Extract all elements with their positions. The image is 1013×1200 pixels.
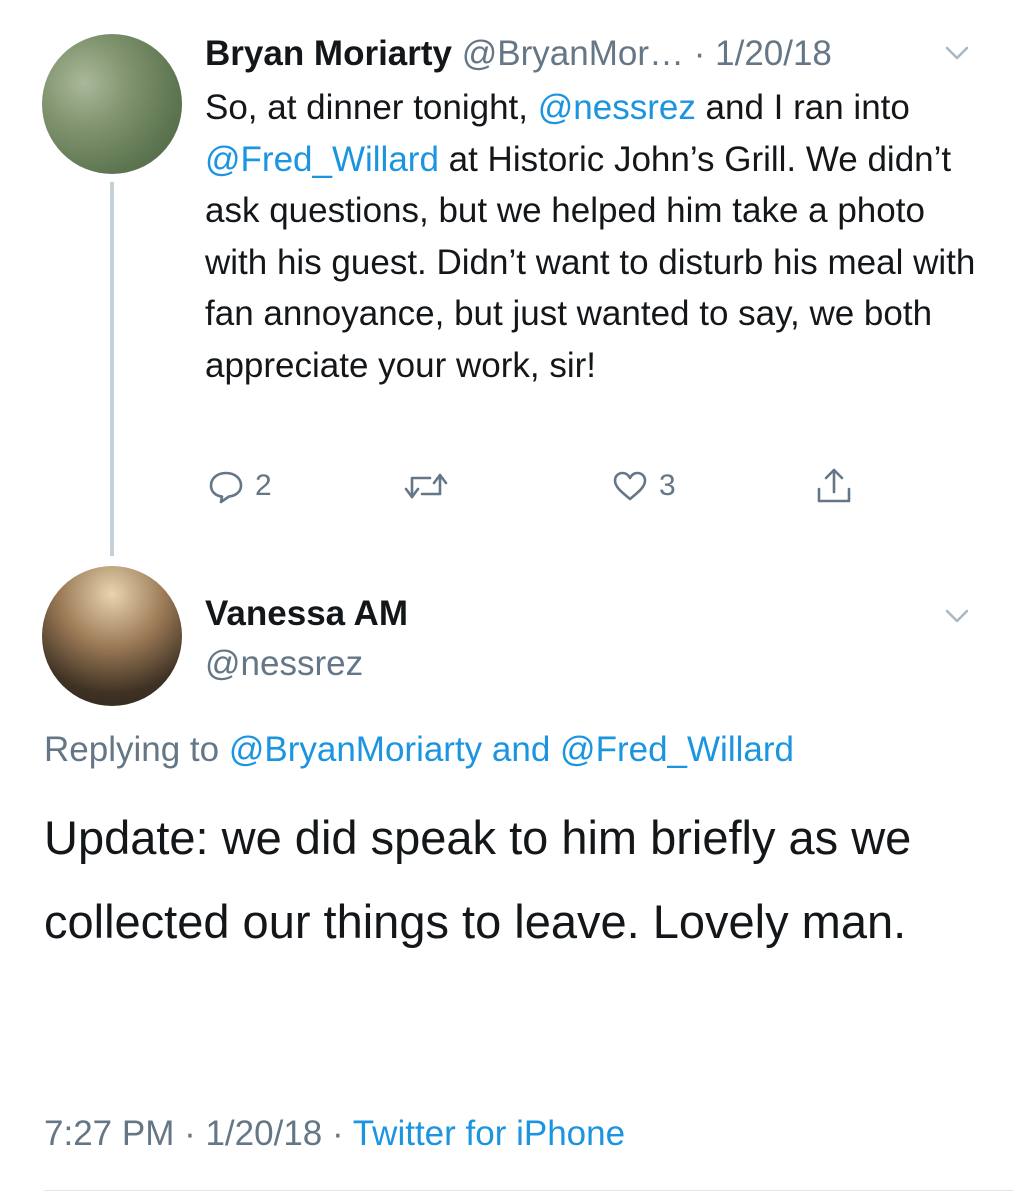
- tweet1-action-bar: 2 3: [205, 462, 865, 510]
- divider: [44, 1190, 1013, 1191]
- reply-button[interactable]: 2: [205, 462, 272, 510]
- tweet2-sep2: ·: [322, 1114, 353, 1153]
- reply-icon: [205, 465, 247, 507]
- mention-nessrez[interactable]: @nessrez: [538, 88, 696, 127]
- tweet2-handle[interactable]: @nessrez: [205, 640, 363, 688]
- thread-connector-line: [110, 182, 114, 556]
- replying-to-prefix: Replying to: [44, 730, 229, 769]
- tweet2-body: Update: we did speak to him briefly as w…: [44, 811, 912, 948]
- tweet2-sep1: ·: [174, 1114, 206, 1153]
- replying-to-and: and: [482, 730, 561, 769]
- like-button[interactable]: 3: [609, 462, 676, 510]
- share-button[interactable]: [813, 462, 855, 510]
- avatar-vanessa-am[interactable]: [42, 566, 182, 706]
- avatar-bryan-moriarty[interactable]: [42, 34, 182, 174]
- tweet1-text-2: and I ran into: [695, 88, 910, 127]
- tweet1-text-1: So, at dinner tonight,: [205, 88, 538, 127]
- chevron-down-icon[interactable]: [944, 40, 970, 66]
- tweet1-date[interactable]: 1/20/18: [715, 34, 832, 73]
- tweet2-time: 7:27 PM: [44, 1114, 175, 1153]
- chevron-down-icon[interactable]: [944, 603, 970, 629]
- tweet1-separator: ·: [684, 34, 716, 73]
- tweet1-display-name[interactable]: Bryan Moriarty: [205, 34, 452, 73]
- like-count: 3: [659, 469, 676, 502]
- retweet-icon: [401, 465, 451, 507]
- tweet2-meta: 7:27 PM · 1/20/18 · Twitter for iPhone: [44, 1110, 625, 1158]
- reply-count: 2: [255, 469, 272, 502]
- replying-to-bryanmoriarty[interactable]: @BryanMoriarty: [229, 730, 482, 769]
- retweet-button[interactable]: [401, 462, 459, 510]
- replying-to-fred-willard[interactable]: @Fred_Willard: [560, 730, 794, 769]
- share-icon: [813, 465, 855, 507]
- tweet2-display-name[interactable]: Vanessa AM: [205, 590, 408, 638]
- tweet2-date: 1/20/18: [205, 1114, 323, 1153]
- replying-to-line: Replying to @BryanMoriarty and @Fred_Wil…: [44, 726, 794, 774]
- heart-icon: [609, 465, 651, 507]
- tweet1-header: Bryan Moriarty @BryanMor… · 1/20/18: [205, 28, 925, 80]
- tweet2-source-link[interactable]: Twitter for iPhone: [353, 1114, 625, 1153]
- tweet1-handle[interactable]: @BryanMor…: [462, 34, 684, 73]
- mention-fred-willard[interactable]: @Fred_Willard: [205, 140, 439, 179]
- tweet1-body: So, at dinner tonight, @nessrez and I ra…: [205, 82, 985, 391]
